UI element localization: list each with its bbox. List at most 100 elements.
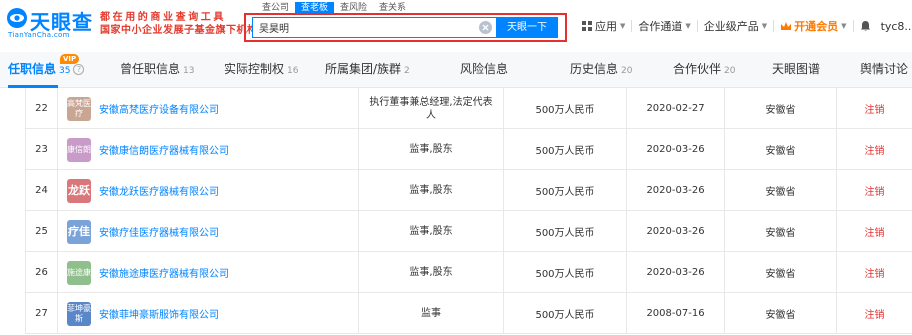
province-cell: 安徽省 — [724, 129, 836, 170]
table-row: 27 菲坤豪斯 安徽菲坤豪斯服饰有限公司 监事 500万人民币 2008-07-… — [25, 293, 912, 334]
tab-label: 合作伙伴 — [673, 62, 722, 76]
company-logo[interactable]: 龙跃 — [67, 178, 91, 203]
tab-count: 20 — [724, 66, 736, 76]
status-cell: 注销 — [836, 293, 912, 334]
vip-badge: VIP — [60, 54, 80, 64]
tab-count: 2 — [404, 66, 410, 76]
position-cell: 监事 — [358, 293, 503, 334]
row-index: 22 — [25, 88, 57, 129]
search-button[interactable]: 天眼一下 — [496, 17, 558, 38]
site-logo[interactable]: 天眼查 TianYanCha.com — [6, 6, 96, 42]
company-link[interactable]: 安徽疗佳医疗器械有限公司 — [99, 224, 219, 239]
row-index: 27 — [25, 293, 57, 334]
nav-enterprise[interactable]: 企业级产品 ▼ — [704, 18, 767, 34]
status-cell: 注销 — [836, 88, 912, 129]
top-nav: 应用 ▼ 合作通道 ▼ 企业级产品 ▼ 开通会员 ▼ tyc8... — [582, 17, 912, 35]
company-cell: 菲坤豪斯 安徽菲坤豪斯服饰有限公司 — [57, 293, 358, 334]
tab-label: 曾任职信息 — [120, 62, 181, 76]
search-box — [252, 17, 496, 38]
capital-cell: 500万人民币 — [503, 88, 626, 129]
status-cell: 注销 — [836, 129, 912, 170]
nav-app-label: 应用 — [595, 20, 617, 33]
tab-graph[interactable]: 天眼图谱 — [772, 52, 820, 88]
province-cell: 安徽省 — [724, 170, 836, 211]
tab-past-positions[interactable]: 曾任职信息 13 — [120, 52, 194, 88]
logo-subtext: TianYanCha.com — [8, 31, 70, 39]
search-input[interactable] — [259, 18, 469, 37]
company-logo[interactable]: 高梵医疗 — [67, 96, 91, 121]
bell-icon[interactable] — [860, 20, 871, 32]
company-link[interactable]: 安徽康信朗医疗器械有限公司 — [99, 142, 229, 157]
date-cell: 2020-03-26 — [626, 211, 724, 252]
province-cell: 安徽省 — [724, 252, 836, 293]
company-cell: 康信朗 安徽康信朗医疗器械有限公司 — [57, 129, 358, 170]
company-logo[interactable]: 菲坤豪斯 — [67, 301, 91, 326]
tab-label: 风险信息 — [460, 62, 509, 76]
row-index: 23 — [25, 129, 57, 170]
tab-actual-control[interactable]: 实际控制权 16 — [224, 52, 298, 88]
date-cell: 2008-07-16 — [626, 293, 724, 334]
table-row: 22 高梵医疗 安徽高梵医疗设备有限公司 执行董事兼总经理,法定代表人 500万… — [25, 88, 912, 129]
slogan: 都在用的商业查询工具 国家中小企业发展子基金旗下机构 — [100, 11, 258, 37]
row-index: 26 — [25, 252, 57, 293]
nav-user[interactable]: tyc8... — [881, 20, 912, 33]
help-icon[interactable]: ? — [73, 64, 85, 75]
company-logo[interactable]: 疗佳 — [67, 219, 91, 244]
date-cell: 2020-03-26 — [626, 252, 724, 293]
position-cell: 监事,股东 — [358, 211, 503, 252]
capital-cell: 500万人民币 — [503, 170, 626, 211]
caret-down-icon: ▼ — [841, 22, 847, 30]
nav-vip[interactable]: 开通会员 ▼ — [780, 18, 847, 34]
profile-tab-bar: 任职信息 35? VIP 曾任职信息 13 实际控制权 16 所属集团/族群 2 风险信… — [0, 52, 912, 88]
capital-cell: 500万人民币 — [503, 293, 626, 334]
capital-cell: 500万人民币 — [503, 211, 626, 252]
table-row: 24 龙跃 安徽龙跃医疗器械有限公司 监事,股东 500万人民币 2020-03… — [25, 170, 912, 211]
company-link[interactable]: 安徽龙跃医疗器械有限公司 — [99, 183, 219, 198]
nav-divider — [631, 20, 633, 32]
status-cell: 注销 — [836, 211, 912, 252]
clear-icon[interactable] — [479, 21, 492, 34]
tab-history[interactable]: 历史信息 20 — [570, 52, 632, 88]
date-cell: 2020-03-26 — [626, 170, 724, 211]
company-logo[interactable]: 施途康 — [67, 260, 91, 285]
grid-icon — [582, 21, 592, 31]
caret-down-icon: ▼ — [761, 22, 768, 30]
tab-partners[interactable]: 合作伙伴 20 — [673, 52, 735, 88]
capital-cell: 500万人民币 — [503, 129, 626, 170]
position-cell: 监事,股东 — [358, 129, 503, 170]
caret-down-icon: ▼ — [685, 22, 691, 30]
company-link[interactable]: 安徽高梵医疗设备有限公司 — [99, 101, 219, 116]
nav-divider — [852, 20, 854, 32]
tab-label: 实际控制权 — [224, 62, 285, 76]
tab-label: 历史信息 — [570, 62, 619, 76]
date-cell: 2020-02-27 — [626, 88, 724, 129]
tab-label: 舆情讨论 — [860, 62, 909, 76]
company-link[interactable]: 安徽施途康医疗器械有限公司 — [99, 265, 229, 280]
tab-current-positions[interactable]: 任职信息 35? VIP — [8, 52, 85, 88]
tab-group[interactable]: 所属集团/族群 2 — [325, 52, 410, 88]
position-cell: 监事,股东 — [358, 170, 503, 211]
tab-count: 16 — [287, 66, 299, 76]
company-logo[interactable]: 康信朗 — [67, 137, 91, 162]
company-cell: 施途康 安徽施途康医疗器械有限公司 — [57, 252, 358, 293]
search-highlight-frame: 天眼一下 — [244, 13, 567, 42]
company-cell: 高梵医疗 安徽高梵医疗设备有限公司 — [57, 88, 358, 129]
table-row: 25 疗佳 安徽疗佳医疗器械有限公司 监事,股东 500万人民币 2020-03… — [25, 211, 912, 252]
tab-label: 所属集团/族群 — [325, 62, 402, 76]
nav-channel[interactable]: 合作通道 ▼ — [638, 18, 690, 34]
status-cell: 注销 — [836, 252, 912, 293]
province-cell: 安徽省 — [724, 293, 836, 334]
tab-risk-info[interactable]: 风险信息 — [460, 52, 508, 88]
nav-divider — [696, 20, 698, 32]
slogan-line-2: 国家中小企业发展子基金旗下机构 — [100, 25, 258, 36]
table-row: 26 施途康 安徽施途康医疗器械有限公司 监事,股东 500万人民币 2020-… — [25, 252, 912, 293]
nav-app[interactable]: 应用 ▼ — [582, 18, 625, 34]
tab-discussion[interactable]: 舆情讨论 — [860, 52, 908, 88]
date-cell: 2020-03-26 — [626, 129, 724, 170]
company-link[interactable]: 安徽菲坤豪斯服饰有限公司 — [99, 306, 219, 321]
row-index: 24 — [25, 170, 57, 211]
nav-vip-label: 开通会员 — [794, 20, 839, 33]
crown-icon — [781, 22, 792, 30]
tab-count: 13 — [183, 66, 195, 76]
tab-label: 任职信息 — [8, 62, 57, 76]
